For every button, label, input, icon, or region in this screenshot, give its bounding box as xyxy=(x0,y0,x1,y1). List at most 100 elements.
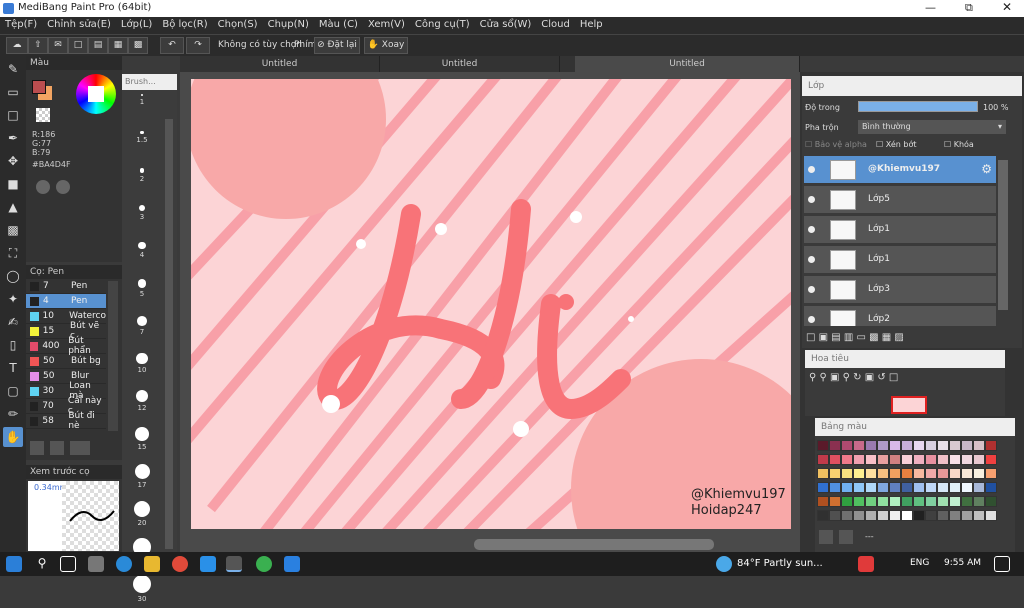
medibang-icon[interactable] xyxy=(226,556,242,572)
brush-scrollbar[interactable] xyxy=(108,281,118,431)
weather-text[interactable]: 84°F Partly sun... xyxy=(737,558,823,569)
palette-swatch[interactable] xyxy=(937,482,949,493)
palette-swatch[interactable] xyxy=(829,482,841,493)
transparent-swatch[interactable] xyxy=(36,108,50,122)
palette-swatch[interactable] xyxy=(985,454,997,465)
hand-tool-icon[interactable]: ✋ xyxy=(3,427,23,447)
language-indicator[interactable]: ENG xyxy=(910,558,929,568)
palette-swatch[interactable] xyxy=(853,440,865,451)
palette-icon[interactable] xyxy=(36,180,50,194)
palette-swatch[interactable] xyxy=(829,496,841,507)
add-brush-icon[interactable] xyxy=(30,441,44,455)
redo-button[interactable]: ↷ xyxy=(186,37,210,54)
brush-item[interactable]: 400 Bút phẩn xyxy=(26,336,106,356)
chrome-icon[interactable] xyxy=(172,556,188,572)
brush-item[interactable]: 50 Bút bg xyxy=(26,354,106,369)
palette-swatch[interactable] xyxy=(961,482,973,493)
palette-swatch[interactable] xyxy=(901,454,913,465)
brush-tool-icon[interactable]: ✎ xyxy=(3,59,23,79)
menu-file[interactable]: Tệp(F) xyxy=(0,17,42,30)
palette-swatch[interactable] xyxy=(985,468,997,479)
palette-swatch[interactable] xyxy=(841,510,853,521)
clock[interactable]: 9:55 AM xyxy=(944,558,981,568)
opacity-slider[interactable] xyxy=(858,101,978,112)
rotate-button[interactable]: ✋ Xoay xyxy=(364,37,408,54)
weather-icon[interactable] xyxy=(716,556,732,572)
new-layer-icon[interactable]: □ ▣ ▤ ▥ ▭ ▩ ▦ ▨ xyxy=(806,332,904,343)
app-green-icon[interactable] xyxy=(256,556,272,572)
palette-swatch[interactable] xyxy=(889,496,901,507)
delete-palette-icon[interactable] xyxy=(839,530,853,544)
brush-item[interactable]: 4 Pen xyxy=(26,294,106,309)
palette-swatch[interactable] xyxy=(829,454,841,465)
palette-swatch[interactable] xyxy=(829,468,841,479)
maximize-icon[interactable]: ⧉ xyxy=(965,1,973,15)
document-icon[interactable]: ▤ xyxy=(88,37,108,54)
select-eraser-icon[interactable]: ▯ xyxy=(3,335,23,355)
palette-swatch[interactable] xyxy=(901,440,913,451)
skype-icon[interactable] xyxy=(200,556,216,572)
menu-edit[interactable]: Chỉnh sửa(E) xyxy=(42,17,116,30)
edge-icon[interactable] xyxy=(116,556,132,572)
palette-swatch[interactable] xyxy=(913,454,925,465)
visibility-icon[interactable] xyxy=(808,256,815,263)
palette-swatch[interactable] xyxy=(937,510,949,521)
palette-swatch[interactable] xyxy=(841,468,853,479)
palette-swatch[interactable] xyxy=(901,468,913,479)
divide-tool-icon[interactable]: ▢ xyxy=(3,381,23,401)
palette-swatch[interactable] xyxy=(949,482,961,493)
brush-size-option[interactable]: 10 xyxy=(122,353,162,386)
dropper-icon[interactable] xyxy=(56,180,70,194)
menu-filter[interactable]: Bộ lọc(R) xyxy=(157,17,212,30)
palette-swatch[interactable] xyxy=(877,510,889,521)
palette-swatch[interactable] xyxy=(841,496,853,507)
task-view-icon[interactable] xyxy=(60,556,76,572)
palette-swatch[interactable] xyxy=(949,496,961,507)
palette-swatch[interactable] xyxy=(925,468,937,479)
brush-size-option[interactable]: 5 xyxy=(122,279,162,312)
comment-icon[interactable]: ✉ xyxy=(48,37,68,54)
layer-row[interactable]: Lớp1 xyxy=(804,216,996,244)
blend-select[interactable]: Bình thường ▾ xyxy=(858,120,1006,134)
protect-alpha-checkbox[interactable]: ☐ Bảo vệ alpha xyxy=(805,140,867,149)
palette-swatch[interactable] xyxy=(985,482,997,493)
visibility-icon[interactable] xyxy=(808,226,815,233)
menu-tools[interactable]: Công cụ(T) xyxy=(410,17,475,30)
palette-swatch[interactable] xyxy=(985,440,997,451)
visibility-icon[interactable] xyxy=(808,286,815,293)
navigator-controls[interactable]: ⚲ ⚲ ▣ ⚲ ↻ ▣ ↺ □ xyxy=(805,368,1005,387)
palette-swatch[interactable] xyxy=(913,510,925,521)
layer-row[interactable]: Lớp1 xyxy=(804,246,996,274)
select-pen-icon[interactable]: ✍ xyxy=(3,312,23,332)
palette-swatch[interactable] xyxy=(829,510,841,521)
close-icon[interactable]: ✕ xyxy=(1002,0,1012,14)
bucket-tool-icon[interactable]: ▲ xyxy=(3,197,23,217)
windows-start-icon[interactable] xyxy=(6,556,22,572)
brush-size-option[interactable]: 30 xyxy=(122,575,162,608)
palette-swatch[interactable] xyxy=(865,440,877,451)
palette-swatch[interactable] xyxy=(949,440,961,451)
palette-swatch[interactable] xyxy=(973,496,985,507)
undo-button[interactable]: ↶ xyxy=(160,37,184,54)
menu-cloud[interactable]: Cloud xyxy=(536,17,575,30)
move-tool-icon[interactable]: ✥ xyxy=(3,151,23,171)
palette-swatch[interactable] xyxy=(817,496,829,507)
brush-item[interactable]: 7 Pen xyxy=(26,279,106,294)
palette-swatch[interactable] xyxy=(973,440,985,451)
palette-swatch[interactable] xyxy=(877,454,889,465)
minimize-icon[interactable]: — xyxy=(925,1,936,14)
palette-swatch[interactable] xyxy=(901,482,913,493)
menu-color[interactable]: Màu (C) xyxy=(314,17,363,30)
palette-swatch[interactable] xyxy=(913,440,925,451)
palette-swatch[interactable] xyxy=(889,468,901,479)
palette-swatch[interactable] xyxy=(853,454,865,465)
palette-swatch[interactable] xyxy=(985,496,997,507)
palette-swatch[interactable] xyxy=(913,482,925,493)
palette-swatch[interactable] xyxy=(937,454,949,465)
canvas[interactable]: @Khiemvu197 Hoidap247 xyxy=(191,79,791,529)
zalo-icon[interactable] xyxy=(284,556,300,572)
tab-untitled-1[interactable]: Untitled xyxy=(180,56,380,72)
palette-swatch[interactable] xyxy=(853,510,865,521)
palette-swatch[interactable] xyxy=(973,468,985,479)
layer-row[interactable]: Lớp5 xyxy=(804,186,996,214)
